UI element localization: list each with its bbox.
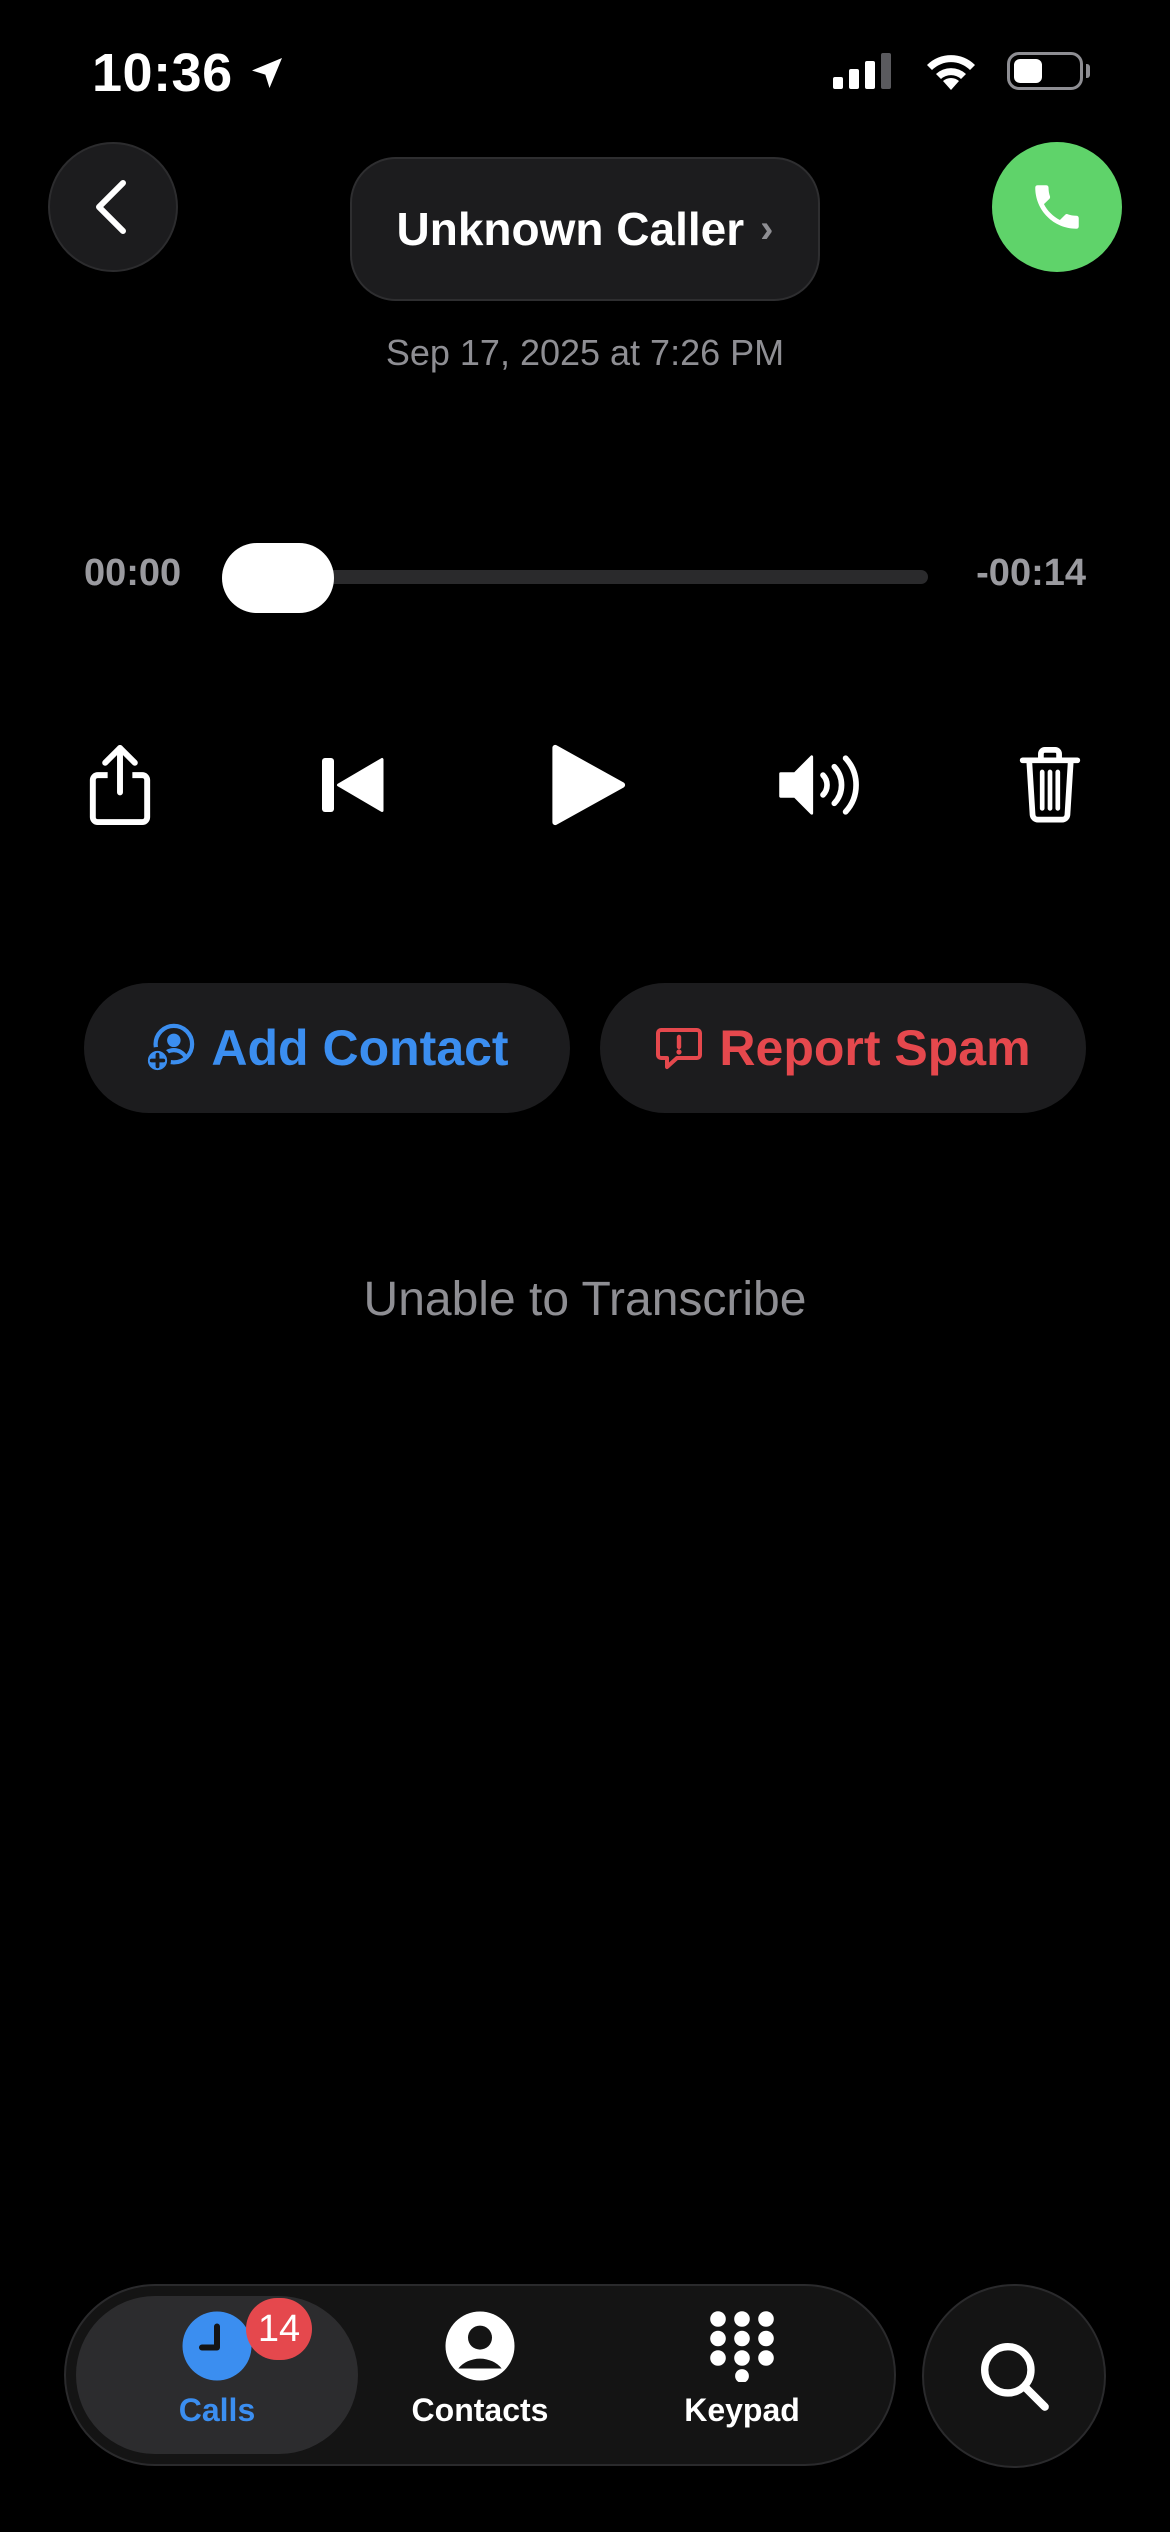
skip-back-button[interactable] [302, 735, 402, 835]
wifi-icon [927, 55, 975, 90]
playback-thumb[interactable] [222, 543, 334, 613]
speaker-icon [779, 755, 859, 815]
caller-name-button[interactable]: Unknown Caller › [350, 157, 820, 301]
chevron-right-icon: › [760, 206, 774, 251]
status-bar-icons [833, 50, 1090, 92]
elapsed-time: 00:00 [84, 552, 182, 594]
battery-icon [1007, 52, 1090, 90]
skip-back-icon [322, 758, 384, 812]
play-icon [552, 744, 626, 826]
share-icon [89, 744, 151, 826]
status-bar-time: 10:36 [92, 42, 287, 104]
back-button[interactable] [48, 142, 178, 272]
phone-icon [1035, 185, 1079, 229]
clock-icon [182, 2311, 252, 2381]
tab-calls-label: Calls [178, 2392, 256, 2428]
tab-keypad-label: Keypad [684, 2392, 800, 2428]
tab-contacts[interactable]: Contacts [360, 2310, 600, 2450]
caller-name: Unknown Caller [396, 203, 745, 255]
call-date: Sep 17, 2025 at 7:26 PM [385, 332, 785, 373]
search-icon [981, 2343, 1049, 2411]
add-person-icon [145, 1023, 195, 1073]
tab-keypad[interactable]: Keypad [622, 2310, 862, 2450]
chevron-left-icon [96, 180, 126, 234]
remaining-time: -00:14 [976, 552, 1086, 594]
report-bubble-icon [656, 1028, 703, 1069]
missed-calls-badge: 14 [246, 2298, 312, 2360]
report-spam-label: Report Spam [719, 1020, 1031, 1076]
person-circle-icon [445, 2311, 515, 2381]
trash-icon [1019, 747, 1081, 823]
transcription-status: Unable to Transcribe [363, 1273, 807, 1326]
speaker-button[interactable] [768, 735, 878, 835]
clock-time: 10:36 [92, 43, 233, 103]
tab-contacts-label: Contacts [411, 2392, 549, 2428]
add-contact-button[interactable]: Add Contact [84, 983, 570, 1113]
delete-button[interactable] [1000, 735, 1100, 835]
keypad-icon [710, 2311, 774, 2382]
share-button[interactable] [70, 735, 170, 835]
cellular-signal-icon [833, 53, 891, 89]
add-contact-label: Add Contact [211, 1020, 509, 1076]
search-button[interactable] [922, 2284, 1106, 2468]
location-arrow-icon [251, 58, 282, 88]
play-button[interactable] [535, 735, 635, 835]
call-button[interactable] [992, 142, 1122, 272]
report-spam-button[interactable]: Report Spam [600, 983, 1086, 1113]
battery-fill [1014, 59, 1042, 83]
